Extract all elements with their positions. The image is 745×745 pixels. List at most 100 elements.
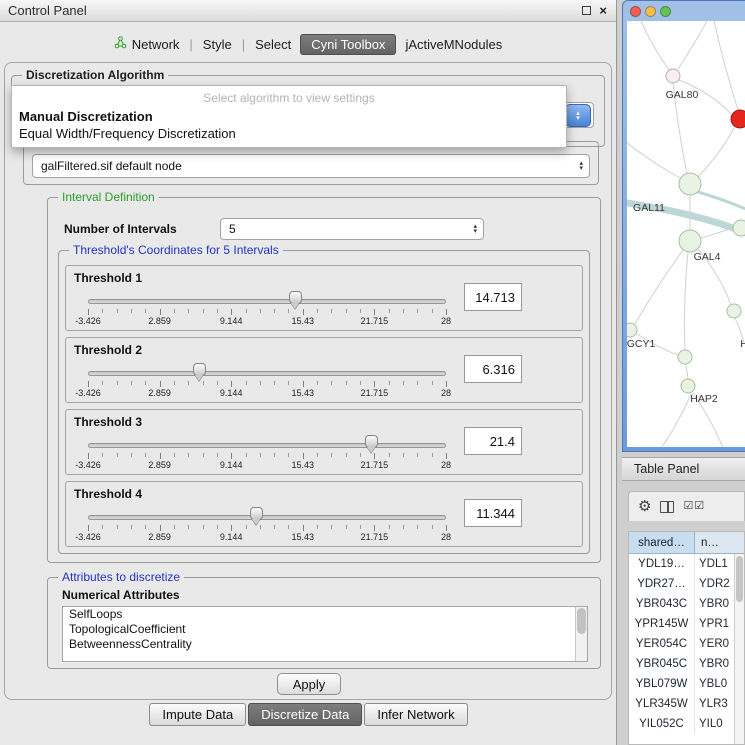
table-panel-header[interactable]: Table Panel [622,457,745,481]
network-edge[interactable] [627,143,680,178]
table-row[interactable]: YIL052CYIL0 [629,714,744,734]
tick-mark [102,309,103,313]
slider-thumb[interactable] [365,435,378,448]
network-edge[interactable] [635,250,683,324]
gear-icon[interactable]: ⚙ [638,499,651,514]
network-node[interactable] [679,230,701,252]
network-edge[interactable] [641,21,669,70]
select-columns-icon[interactable]: ☑☑ [683,501,705,512]
network-node[interactable] [731,110,745,128]
tick-mark [303,453,304,459]
slider-thumb[interactable] [289,291,302,304]
network-node[interactable] [666,69,680,83]
scale-label: 21.715 [361,460,389,470]
slider-track[interactable] [88,443,446,448]
thresholds-group-title: Threshold's Coordinates for 5 Intervals [69,243,283,257]
threshold-value-field[interactable]: 14.713 [464,283,522,311]
tab-cyni-toolbox[interactable]: Cyni Toolbox [300,34,396,55]
table-data-combobox[interactable]: galFiltered.sif default node ▴ ▾ [32,154,590,178]
combobox-stepper[interactable]: ▴ ▾ [473,224,477,234]
tick-mark [432,453,433,457]
network-node[interactable] [681,379,695,393]
tick-mark [217,453,218,457]
column-header-shared-name[interactable]: shared… [629,532,695,553]
table-row[interactable]: YDL19…YDL1 [629,554,744,574]
slider-thumb[interactable] [193,363,206,376]
network-icon [114,36,127,52]
discretization-algorithm-group-title: Discretization Algorithm [22,68,168,82]
network-edge[interactable] [684,252,688,350]
table-row[interactable]: YBL079WYBL0 [629,674,744,694]
tab-discretize-data[interactable]: Discretize Data [248,703,362,726]
network-edge[interactable] [661,394,691,447]
tick-mark [131,453,132,457]
table-row[interactable]: YLR345WYLR3 [629,694,744,714]
slider-track[interactable] [88,371,446,376]
control-panel-titlebar[interactable]: Control Panel × [0,0,616,22]
combobox-stepper[interactable]: ▴ ▾ [579,161,583,171]
float-window-icon[interactable] [582,6,591,15]
tick-mark [174,309,175,313]
minimize-traffic-light[interactable] [645,6,656,17]
tab-jactivemnodules[interactable]: jActiveMNodules [396,34,511,55]
network-node[interactable] [678,350,692,364]
attribute-list-item[interactable]: TopologicalCoefficient [63,622,587,637]
scrollbar-thumb[interactable] [577,608,586,634]
algorithm-menu-item[interactable]: Manual Discretization [12,108,566,125]
network-node[interactable] [727,304,741,318]
scale-label: 9.144 [220,316,243,326]
table-row[interactable]: YDR27…YDR2 [629,574,744,594]
tick-mark [145,381,146,385]
network-edge[interactable] [695,191,745,209]
slider-track[interactable] [88,299,446,304]
tick-mark [203,525,204,529]
tab-infer-network[interactable]: Infer Network [364,703,467,726]
threshold-value-field[interactable]: 11.344 [464,499,522,527]
table-row[interactable]: YBR045CYBR0 [629,654,744,674]
arrow-down-icon: ▾ [473,229,477,234]
tab-impute-data[interactable]: Impute Data [149,703,246,726]
network-graph[interactable]: GAL80GAL11GAL4GCY1HAP2H [627,21,745,447]
table-row[interactable]: YBR043CYBR0 [629,594,744,614]
network-edge[interactable] [714,21,738,110]
network-edge[interactable] [678,21,707,69]
network-edge[interactable] [686,364,688,379]
network-node[interactable] [627,323,637,337]
algorithm-menu-item[interactable]: Equal Width/Frequency Discretization [12,125,566,142]
number-of-intervals-combobox[interactable]: 5 ▴ ▾ [220,218,484,240]
tab-label: Cyni Toolbox [311,37,385,52]
tab-network[interactable]: Network [105,33,189,55]
columns-icon[interactable] [660,501,674,513]
network-edge[interactable] [701,228,733,238]
table-row[interactable]: YPR145WYPR1 [629,614,744,634]
tab-select[interactable]: Select [246,34,300,55]
tick-mark [145,309,146,313]
close-icon[interactable]: × [599,5,607,16]
list-scrollbar[interactable] [575,607,587,661]
threshold-value-field[interactable]: 6.316 [464,355,522,383]
table-scrollbar[interactable] [734,554,744,744]
close-traffic-light[interactable] [630,6,641,17]
network-window-titlebar[interactable] [623,1,745,21]
network-canvas[interactable]: GAL80GAL11GAL4GCY1HAP2H [627,21,745,447]
threshold-panel: Threshold 2-3.4262.8599.14415.4321.71528… [65,337,583,403]
threshold-value-field[interactable]: 21.4 [464,427,522,455]
attribute-list-item[interactable]: SelfLoops [63,607,587,622]
tick-mark [317,453,318,457]
scrollbar-thumb[interactable] [736,556,743,602]
zoom-traffic-light[interactable] [660,6,671,17]
slider-track[interactable] [88,515,446,520]
attribute-list-item[interactable]: BetweennessCentrality [63,637,587,652]
tick-mark [188,309,189,313]
network-node[interactable] [733,220,745,236]
apply-button[interactable]: Apply [277,673,341,695]
column-header-name[interactable]: n… [695,532,744,553]
network-node[interactable] [679,173,701,195]
combobox-stepper-focused[interactable]: ▴ ▾ [565,104,591,127]
tick-mark [360,525,361,529]
table-row[interactable]: YER054CYER0 [629,634,744,654]
tab-style[interactable]: Style [194,34,241,55]
network-edge[interactable] [699,128,734,176]
slider-thumb[interactable] [250,507,263,520]
attributes-list[interactable]: SelfLoopsTopologicalCoefficientBetweenne… [62,606,588,662]
